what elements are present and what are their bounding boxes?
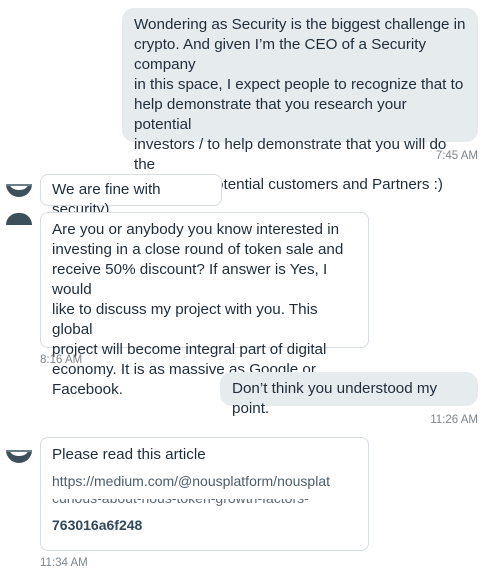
message-text-line: Please read this article [52, 446, 206, 463]
message-text-line: investors / to help demonstrate that you… [134, 136, 447, 173]
message-timestamp: 11:26 AM [430, 414, 478, 426]
article-link[interactable]: https://medium.com/@nousplatform/nouspla… [52, 471, 330, 489]
outgoing-message-bubble: Don’t think you understood my point. [220, 372, 478, 417]
message-text-line: investing in a close round of token sale… [52, 241, 344, 258]
sender-avatar[interactable] [6, 450, 32, 463]
incoming-message-bubble: We are fine with security) [40, 174, 222, 218]
sender-avatar[interactable] [6, 184, 32, 197]
message-text-line: receive 50% discount? If answer is Yes, … [52, 261, 328, 298]
article-link-continued[interactable]: curious-about-nous-token-growth-factors- [52, 499, 309, 508]
link-preview-top: https://medium.com/@nousplatform/nouspla… [52, 469, 357, 489]
link-preview-bottom: curious-about-nous-token-growth-factors- [52, 499, 357, 521]
message-text-line: crypto. And given I’m the CEO of a Secur… [134, 36, 427, 73]
message-text-line: help demonstrate that you research your … [134, 96, 407, 133]
incoming-message-bubble: Are you or anybody you know interested i… [40, 212, 369, 398]
sender-avatar[interactable] [6, 213, 32, 225]
message-text-line: like to discuss my project with you. Thi… [52, 301, 318, 338]
message-text-line: in this space, I expect people to recogn… [134, 76, 464, 93]
message-text-line: Wondering as Security is the biggest cha… [134, 16, 466, 33]
outgoing-message-bubble: Wondering as Security is the biggest cha… [122, 8, 478, 193]
message-timestamp: 7:45 AM [435, 150, 478, 162]
message-timestamp: 11:34 AM [40, 557, 88, 569]
message-text-line: project will become integral part of dig… [52, 341, 327, 358]
message-text-line: Are you or anybody you know interested i… [52, 221, 340, 238]
message-timestamp: 8:16 AM [40, 354, 83, 366]
incoming-message-bubble: Please read this article https://medium.… [40, 437, 369, 551]
message-text-line: Don’t think you understood my point. [232, 380, 438, 417]
